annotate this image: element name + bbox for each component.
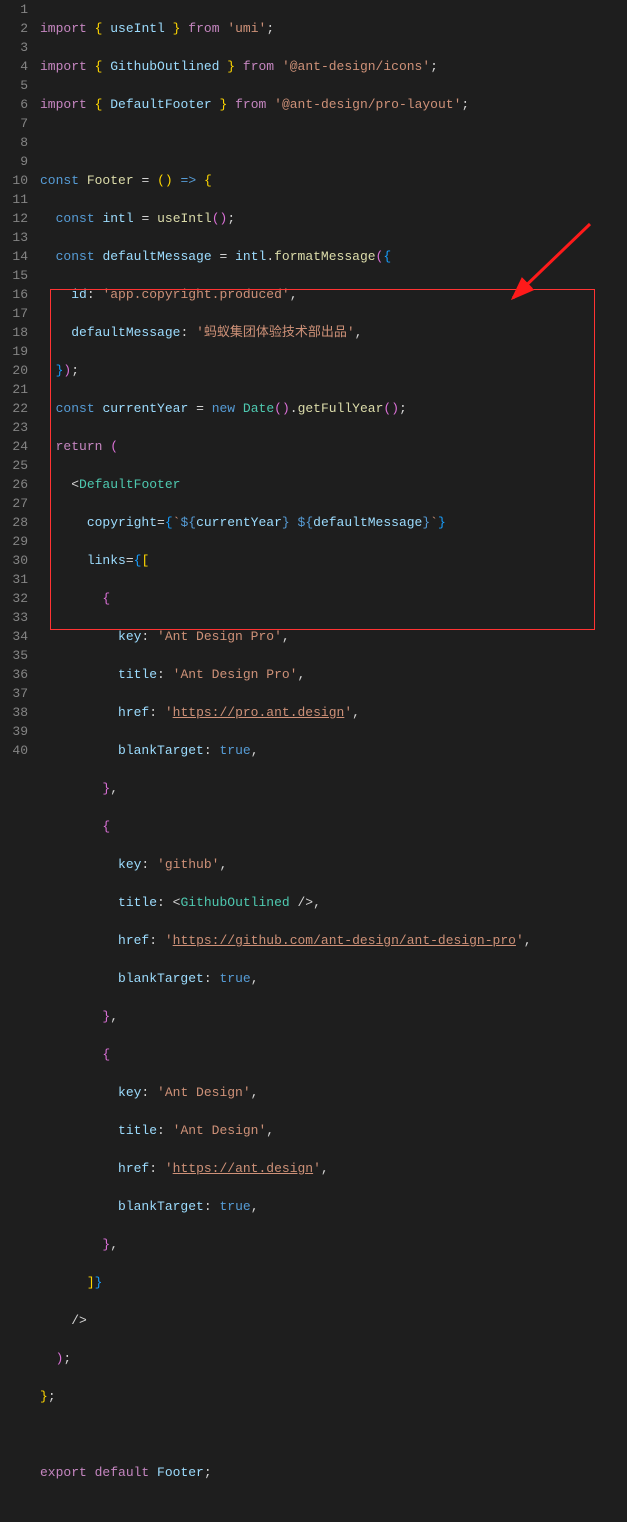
- code-line: [40, 1425, 619, 1444]
- line-number: 33: [8, 608, 28, 627]
- line-number: 34: [8, 627, 28, 646]
- code-line: blankTarget: true,: [40, 741, 619, 760]
- code-line: key: 'github',: [40, 855, 619, 874]
- code-line: {: [40, 1045, 619, 1064]
- line-number: 18: [8, 323, 28, 342]
- line-number: 35: [8, 646, 28, 665]
- code-line: href: 'https://pro.ant.design',: [40, 703, 619, 722]
- code-line: [40, 1501, 619, 1520]
- code-line: title: 'Ant Design Pro',: [40, 665, 619, 684]
- line-number: 6: [8, 95, 28, 114]
- line-number: 30: [8, 551, 28, 570]
- code-line: {: [40, 817, 619, 836]
- line-number: 36: [8, 665, 28, 684]
- line-number: 20: [8, 361, 28, 380]
- line-number: 8: [8, 133, 28, 152]
- code-line: defaultMessage: '蚂蚁集团体验技术部出品',: [40, 323, 619, 342]
- code-line: });: [40, 361, 619, 380]
- line-number: 26: [8, 475, 28, 494]
- code-line: import { useIntl } from 'umi';: [40, 19, 619, 38]
- code-line: };: [40, 1387, 619, 1406]
- line-number: 1: [8, 0, 28, 19]
- code-line: return (: [40, 437, 619, 456]
- line-number: 11: [8, 190, 28, 209]
- code-line: id: 'app.copyright.produced',: [40, 285, 619, 304]
- line-number: 9: [8, 152, 28, 171]
- line-number: 7: [8, 114, 28, 133]
- line-number: 23: [8, 418, 28, 437]
- line-number: 3: [8, 38, 28, 57]
- code-line: href: 'https://github.com/ant-design/ant…: [40, 931, 619, 950]
- line-number: 5: [8, 76, 28, 95]
- code-line: [40, 133, 619, 152]
- code-line: const Footer = () => {: [40, 171, 619, 190]
- line-gutter: 1234567891011121314151617181920212223242…: [0, 0, 40, 761]
- line-number: 19: [8, 342, 28, 361]
- code-line: key: 'Ant Design',: [40, 1083, 619, 1102]
- code-line: },: [40, 779, 619, 798]
- code-line: links={[: [40, 551, 619, 570]
- line-number: 38: [8, 703, 28, 722]
- line-number: 13: [8, 228, 28, 247]
- code-line: const intl = useIntl();: [40, 209, 619, 228]
- code-line: />: [40, 1311, 619, 1330]
- line-number: 10: [8, 171, 28, 190]
- line-number: 31: [8, 570, 28, 589]
- line-number: 2: [8, 19, 28, 38]
- line-number: 37: [8, 684, 28, 703]
- code-line: copyright={`${currentYear} ${defaultMess…: [40, 513, 619, 532]
- code-line: key: 'Ant Design Pro',: [40, 627, 619, 646]
- code-line: title: 'Ant Design',: [40, 1121, 619, 1140]
- code-line: blankTarget: true,: [40, 969, 619, 988]
- line-number: 16: [8, 285, 28, 304]
- code-line: title: <GithubOutlined />,: [40, 893, 619, 912]
- line-number: 14: [8, 247, 28, 266]
- line-number: 29: [8, 532, 28, 551]
- line-number: 21: [8, 380, 28, 399]
- line-number: 28: [8, 513, 28, 532]
- code-line: href: 'https://ant.design',: [40, 1159, 619, 1178]
- code-line: },: [40, 1235, 619, 1254]
- code-line: export default Footer;: [40, 1463, 619, 1482]
- code-line: <DefaultFooter: [40, 475, 619, 494]
- code-editor[interactable]: 1234567891011121314151617181920212223242…: [0, 0, 627, 761]
- line-number: 24: [8, 437, 28, 456]
- code-line: import { GithubOutlined } from '@ant-des…: [40, 57, 619, 76]
- code-line: {: [40, 589, 619, 608]
- code-line: const defaultMessage = intl.formatMessag…: [40, 247, 619, 266]
- line-number: 12: [8, 209, 28, 228]
- line-number: 27: [8, 494, 28, 513]
- line-number: 25: [8, 456, 28, 475]
- code-line: import { DefaultFooter } from '@ant-desi…: [40, 95, 619, 114]
- line-number: 32: [8, 589, 28, 608]
- line-number: 4: [8, 57, 28, 76]
- line-number: 15: [8, 266, 28, 285]
- code-line: );: [40, 1349, 619, 1368]
- code-line: blankTarget: true,: [40, 1197, 619, 1216]
- line-number: 40: [8, 741, 28, 760]
- line-number: 17: [8, 304, 28, 323]
- line-number: 39: [8, 722, 28, 741]
- line-number: 22: [8, 399, 28, 418]
- code-line: ]}: [40, 1273, 619, 1292]
- code-area[interactable]: import { useIntl } from 'umi'; import { …: [40, 0, 627, 761]
- code-line: },: [40, 1007, 619, 1026]
- code-line: const currentYear = new Date().getFullYe…: [40, 399, 619, 418]
